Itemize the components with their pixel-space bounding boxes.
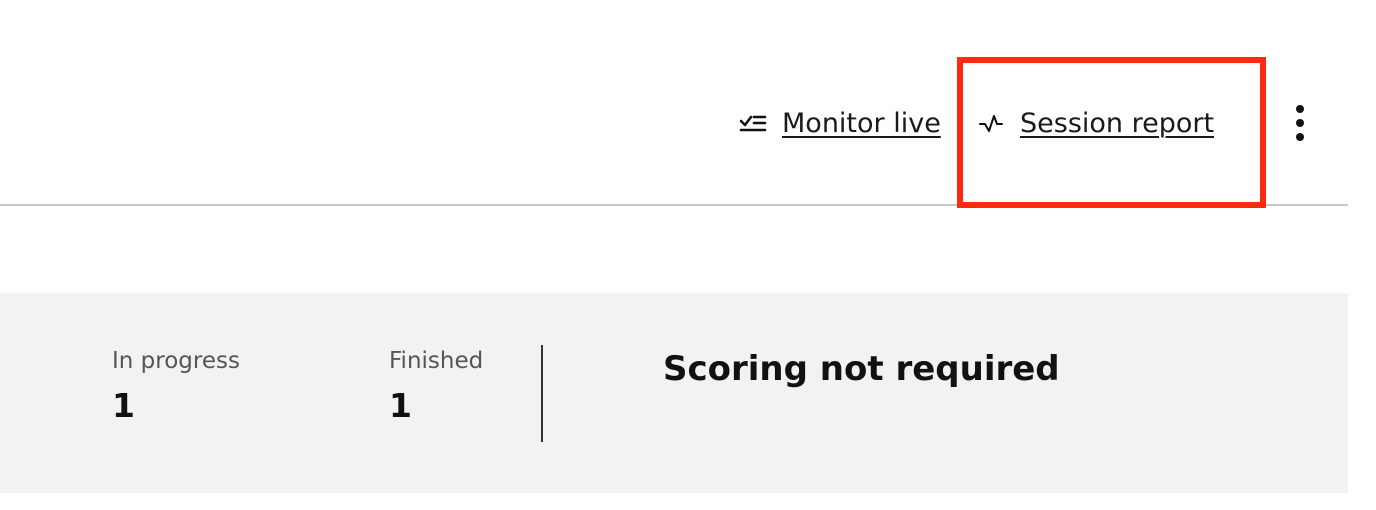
activity-pulse-icon	[976, 108, 1006, 138]
finished-stat: Finished 1	[389, 348, 483, 425]
finished-label: Finished	[389, 348, 484, 374]
more-vertical-icon	[1296, 105, 1304, 113]
monitor-live-link[interactable]: Monitor live	[738, 100, 941, 146]
session-report-link[interactable]: Session report	[976, 100, 1214, 146]
session-report-label: Session report	[1020, 107, 1215, 139]
checklist-icon	[738, 108, 768, 138]
finished-count: 1	[389, 386, 412, 425]
session-toolbar: Monitor live Session report	[0, 0, 1348, 206]
in-progress-stat: In progress 1	[112, 348, 240, 425]
monitor-live-label: Monitor live	[782, 107, 941, 139]
stats-divider	[541, 345, 543, 442]
in-progress-label: In progress	[112, 348, 240, 374]
in-progress-count: 1	[112, 386, 135, 425]
more-options-button[interactable]	[1285, 100, 1315, 146]
session-stats-panel: In progress 1 Finished 1 Scoring not req…	[0, 293, 1348, 493]
scoring-status: Scoring not required	[663, 349, 1060, 389]
